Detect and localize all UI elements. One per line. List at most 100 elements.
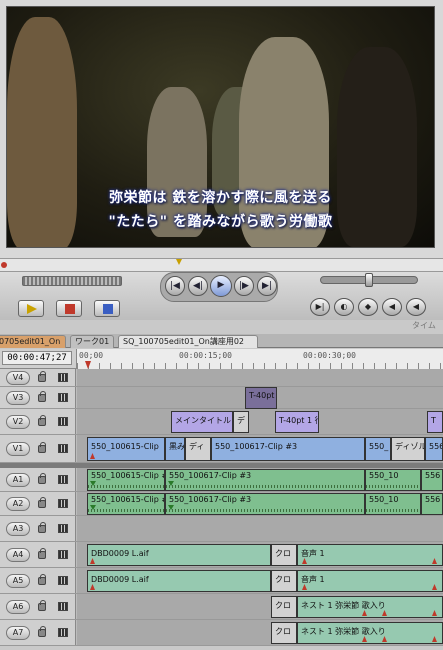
tab-sq-course[interactable]: SQ_100705edit01_On講座用02 <box>118 335 258 348</box>
mark-in-button[interactable]: ◀ <box>382 298 402 316</box>
track-lane[interactable]: クロ ネスト 1 弥栄節 歌入り <box>77 620 443 645</box>
clip-v1-dissolve[interactable]: ディ <box>185 437 211 461</box>
lock-icon[interactable] <box>38 574 46 585</box>
clip-a1-550-10[interactable]: 550_10 <box>365 469 421 491</box>
clip-a2-550-100615[interactable]: 550_100615-Clip # <box>87 493 165 515</box>
track-controls: A4 <box>0 542 76 567</box>
track-lane[interactable]: DBD0009 L.aif クロ 音声 1 <box>77 568 443 593</box>
speaker-icon[interactable] <box>58 550 68 559</box>
video-frame[interactable]: 弥栄節は 鉄を溶かす際に風を送る "たたら" を踏みながら歌う労働歌 <box>6 6 435 248</box>
lock-icon[interactable] <box>38 522 46 533</box>
track-controls: A2 <box>0 492 76 515</box>
lock-icon[interactable] <box>38 473 46 484</box>
track-label-a4[interactable]: A4 <box>6 548 30 562</box>
clip-a5-dbd0009[interactable]: DBD0009 L.aif <box>87 570 271 592</box>
speaker-icon[interactable] <box>58 524 68 533</box>
film-icon[interactable] <box>58 393 68 402</box>
speaker-icon[interactable] <box>58 475 68 484</box>
clip-v2-t40[interactable]: T-40pt 1 行 <box>275 411 319 433</box>
lock-icon[interactable] <box>38 548 46 559</box>
track-lane[interactable]: T-40pt <box>77 387 443 409</box>
step-forward-button[interactable]: |▶ <box>234 276 254 296</box>
mark-clip-button[interactable]: ◐ <box>334 298 354 316</box>
film-icon[interactable] <box>58 417 68 426</box>
clip-a6-crossfade[interactable]: クロ <box>271 596 297 618</box>
shuttle-slider[interactable] <box>320 273 418 287</box>
track-lane[interactable] <box>77 516 443 541</box>
play-button[interactable]: ▶ <box>210 275 232 297</box>
fast-forward-button[interactable]: ▶| <box>257 276 277 296</box>
track-label-a5[interactable]: A5 <box>6 574 30 588</box>
clip-v2-main-title[interactable]: メインタイトル <box>171 411 233 433</box>
clip-a4-dbd0009[interactable]: DBD0009 L.aif <box>87 544 271 566</box>
track-label-a6[interactable]: A6 <box>6 600 30 614</box>
track-lane[interactable]: DBD0009 L.aif クロ 音声 1 <box>77 542 443 567</box>
clip-v1-dissolve-2[interactable]: ディゾル <box>391 437 425 461</box>
playhead-indicator[interactable] <box>1 262 7 268</box>
track-lane[interactable]: 550_100615-Clip # 550_100617-Clip #3 550… <box>77 492 443 515</box>
film-icon[interactable] <box>58 444 68 453</box>
lock-icon[interactable] <box>38 600 46 611</box>
track-lane[interactable]: クロ ネスト 1 弥栄節 歌入り <box>77 594 443 619</box>
speaker-icon[interactable] <box>58 499 68 508</box>
lock-icon[interactable] <box>38 442 46 453</box>
lock-icon[interactable] <box>38 391 46 402</box>
speaker-icon[interactable] <box>58 576 68 585</box>
clip-a1-556[interactable]: 556 <box>421 469 443 491</box>
add-marker-button[interactable]: ◆ <box>358 298 378 316</box>
lock-icon[interactable] <box>38 497 46 508</box>
lock-icon[interactable] <box>38 371 46 382</box>
clip-v2-dissolve[interactable]: デ <box>233 411 249 433</box>
tab-edit01[interactable]: 0705edit01_On <box>0 335 66 348</box>
replace-button[interactable] <box>94 300 120 317</box>
lock-icon[interactable] <box>38 415 46 426</box>
track-label-v3[interactable]: V3 <box>6 391 30 405</box>
clip-a5-audio1[interactable]: 音声 1 <box>297 570 443 592</box>
track-label-a3[interactable]: A3 <box>6 522 30 536</box>
jog-control[interactable] <box>22 276 122 286</box>
clip-v1-556[interactable]: 556 <box>425 437 443 461</box>
clip-a7-nest1[interactable]: ネスト 1 弥栄節 歌入り <box>297 622 443 644</box>
mark-out-button[interactable]: ◀ <box>406 298 426 316</box>
speaker-icon[interactable] <box>58 628 68 637</box>
track-label-v1[interactable]: V1 <box>6 442 30 456</box>
clip-v1-550-100615[interactable]: 550_100615-Clip <box>87 437 165 461</box>
overwrite-button[interactable] <box>56 300 82 317</box>
clip-a5-crossfade[interactable]: クロ <box>271 570 297 592</box>
track-label-a2[interactable]: A2 <box>6 497 30 511</box>
current-timecode[interactable]: 00:00:47;27 <box>2 351 72 365</box>
scrubber-bar[interactable] <box>0 258 443 272</box>
clip-a4-crossfade[interactable]: クロ <box>271 544 297 566</box>
lock-icon[interactable] <box>38 626 46 637</box>
track-label-a7[interactable]: A7 <box>6 626 30 640</box>
film-icon[interactable] <box>58 373 68 382</box>
clip-a1-550-100615[interactable]: 550_100615-Clip # <box>87 469 165 491</box>
clip-a1-550-100617[interactable]: 550_100617-Clip #3 <box>165 469 365 491</box>
track-lane[interactable]: 550_100615-Clip 黒み ディ 550_100617-Clip #3… <box>77 435 443 462</box>
shuttle-knob[interactable] <box>365 273 373 287</box>
insert-button[interactable] <box>18 300 44 317</box>
clip-v2-t[interactable]: T <box>427 411 443 433</box>
step-back-button[interactable]: ◀| <box>188 276 208 296</box>
track-lane[interactable]: メインタイトル デ T-40pt 1 行 T <box>77 409 443 434</box>
track-label-v4[interactable]: V4 <box>6 371 30 385</box>
clip-v1-black[interactable]: 黒み <box>165 437 185 461</box>
tab-work01[interactable]: ワーク01 <box>70 335 114 348</box>
track-label-v2[interactable]: V2 <box>6 415 30 429</box>
clip-a2-550-10[interactable]: 550_10 <box>365 493 421 515</box>
rewind-button[interactable]: |◀ <box>165 276 185 296</box>
clip-a7-crossfade[interactable]: クロ <box>271 622 297 644</box>
match-frame-button[interactable]: ▶| <box>310 298 330 316</box>
clip-a2-550-100617[interactable]: 550_100617-Clip #3 <box>165 493 365 515</box>
clip-a6-nest1[interactable]: ネスト 1 弥栄節 歌入り <box>297 596 443 618</box>
clip-v1-550-100617[interactable]: 550_100617-Clip #3 <box>211 437 365 461</box>
clip-a2-556[interactable]: 556 <box>421 493 443 515</box>
track-lane[interactable] <box>77 369 443 386</box>
speaker-icon[interactable] <box>58 602 68 611</box>
timeline-ruler[interactable]: 00;00 00:00:15;00 00:00:30;00 <box>76 349 443 369</box>
clip-a4-audio1[interactable]: 音声 1 <box>297 544 443 566</box>
track-lane[interactable]: 550_100615-Clip # 550_100617-Clip #3 550… <box>77 468 443 491</box>
clip-v3-title[interactable]: T-40pt <box>245 387 277 409</box>
track-label-a1[interactable]: A1 <box>6 473 30 487</box>
clip-v1-550[interactable]: 550_ <box>365 437 391 461</box>
